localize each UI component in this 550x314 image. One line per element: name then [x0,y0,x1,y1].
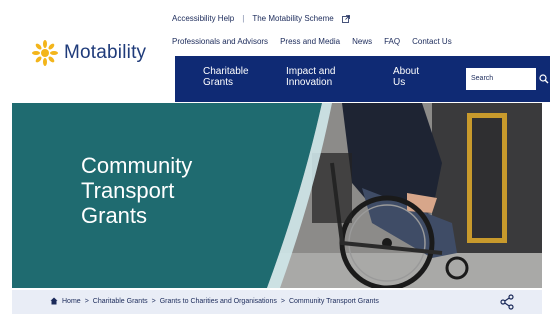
breadcrumb-charitable-grants[interactable]: Charitable Grants [93,298,148,305]
sunburst-logo-icon [32,40,58,66]
breadcrumb-trail: Home > Charitable Grants > Grants to Cha… [50,297,379,305]
breadcrumb: Home > Charitable Grants > Grants to Cha… [12,290,542,314]
secondary-nav: Professionals and Advisors Press and Med… [172,37,452,46]
utility-links: Accessibility Help | The Motability Sche… [172,14,350,23]
nav-impact-innovation[interactable]: Impact and Innovation [286,66,335,88]
page: Motability Accessibility Help | The Mota… [0,0,550,314]
breadcrumb-grants-charities[interactable]: Grants to Charities and Organisations [160,298,277,305]
accessibility-help-link[interactable]: Accessibility Help [172,14,234,23]
nav-news[interactable]: News [352,37,372,46]
breadcrumb-separator: > [151,297,156,305]
nav-press-media[interactable]: Press and Media [280,37,340,46]
nav-about-us[interactable]: About Us [393,66,419,88]
nav-contact-us[interactable]: Contact Us [412,37,452,46]
site-window: Motability Accessibility Help | The Mota… [12,0,550,314]
share-icon[interactable] [499,294,515,310]
hero-banner: Community Transport Grants [12,103,542,288]
site-header: Motability Accessibility Help | The Mota… [12,0,550,103]
nav-professionals-advisors[interactable]: Professionals and Advisors [172,37,268,46]
motability-scheme-link[interactable]: The Motability Scheme [252,14,333,23]
home-icon [50,297,58,305]
utility-separator: | [242,14,245,23]
motability-logo[interactable]: Motability [32,40,146,66]
breadcrumb-current: Community Transport Grants [288,297,379,305]
logo-text: Motability [64,42,147,63]
search-icon [539,74,549,84]
search-input[interactable]: Search [466,68,536,90]
external-link-icon [341,14,350,23]
nav-faq[interactable]: FAQ [384,37,400,46]
nav-charitable-grants[interactable]: Charitable Grants [203,66,249,88]
breadcrumb-separator: > [280,297,285,305]
page-title: Community Transport Grants [81,153,193,228]
main-nav: Charitable Grants Impact and Innovation … [175,56,550,102]
breadcrumb-separator: > [84,297,89,305]
breadcrumb-home[interactable]: Home [62,298,81,305]
search-button[interactable] [537,68,550,90]
